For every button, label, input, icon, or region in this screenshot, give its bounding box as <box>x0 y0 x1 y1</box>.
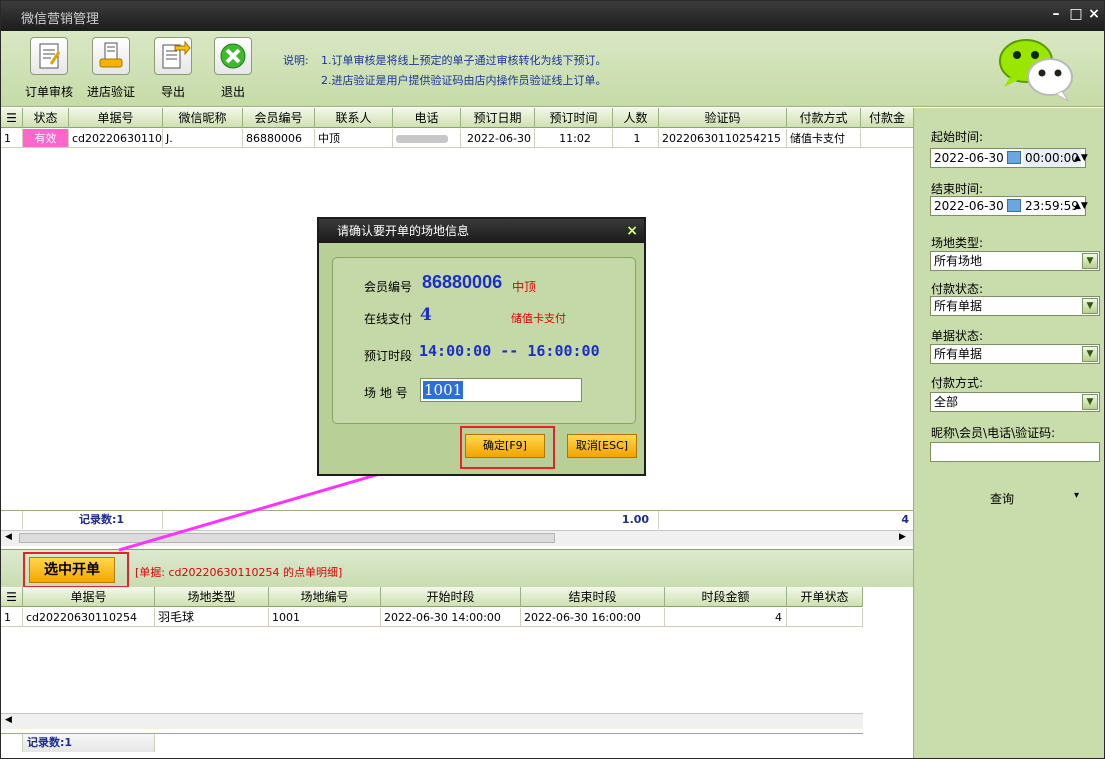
venue-no-label: 场 地 号 <box>364 386 408 400</box>
confirm-button-highlight <box>460 426 555 469</box>
member-name-value: 中顶 <box>512 280 537 294</box>
dialog-close-icon[interactable]: × <box>626 219 638 243</box>
online-pay-method: 储值卡支付 <box>511 312 566 325</box>
dialog-title: 请确认要开单的场地信息 <box>337 224 470 238</box>
cancel-esc-button[interactable]: 取消[ESC] <box>567 434 637 458</box>
venue-no-selected-text: 1001 <box>423 381 464 399</box>
period-value: 14:00:00 -- 16:00:00 <box>419 342 600 360</box>
venue-no-input[interactable]: 1001 <box>420 378 582 402</box>
main-window: 微信营销管理 – □ × 订单审核 进店验证 导出 退出 说明: 1.订单审核是… <box>0 0 1105 759</box>
dialog-title-bar: 请确认要开单的场地信息 × <box>319 219 644 243</box>
online-pay-label: 在线支付 <box>364 312 413 326</box>
period-label: 预订时段 <box>364 349 413 363</box>
online-pay-amount: 4 <box>420 305 432 325</box>
dialog-content: 会员编号 86880006 中顶 在线支付 4 储值卡支付 预订时段 14:00… <box>332 257 636 424</box>
member-no-label: 会员编号 <box>364 280 413 294</box>
member-no-value: 86880006 <box>422 272 503 292</box>
